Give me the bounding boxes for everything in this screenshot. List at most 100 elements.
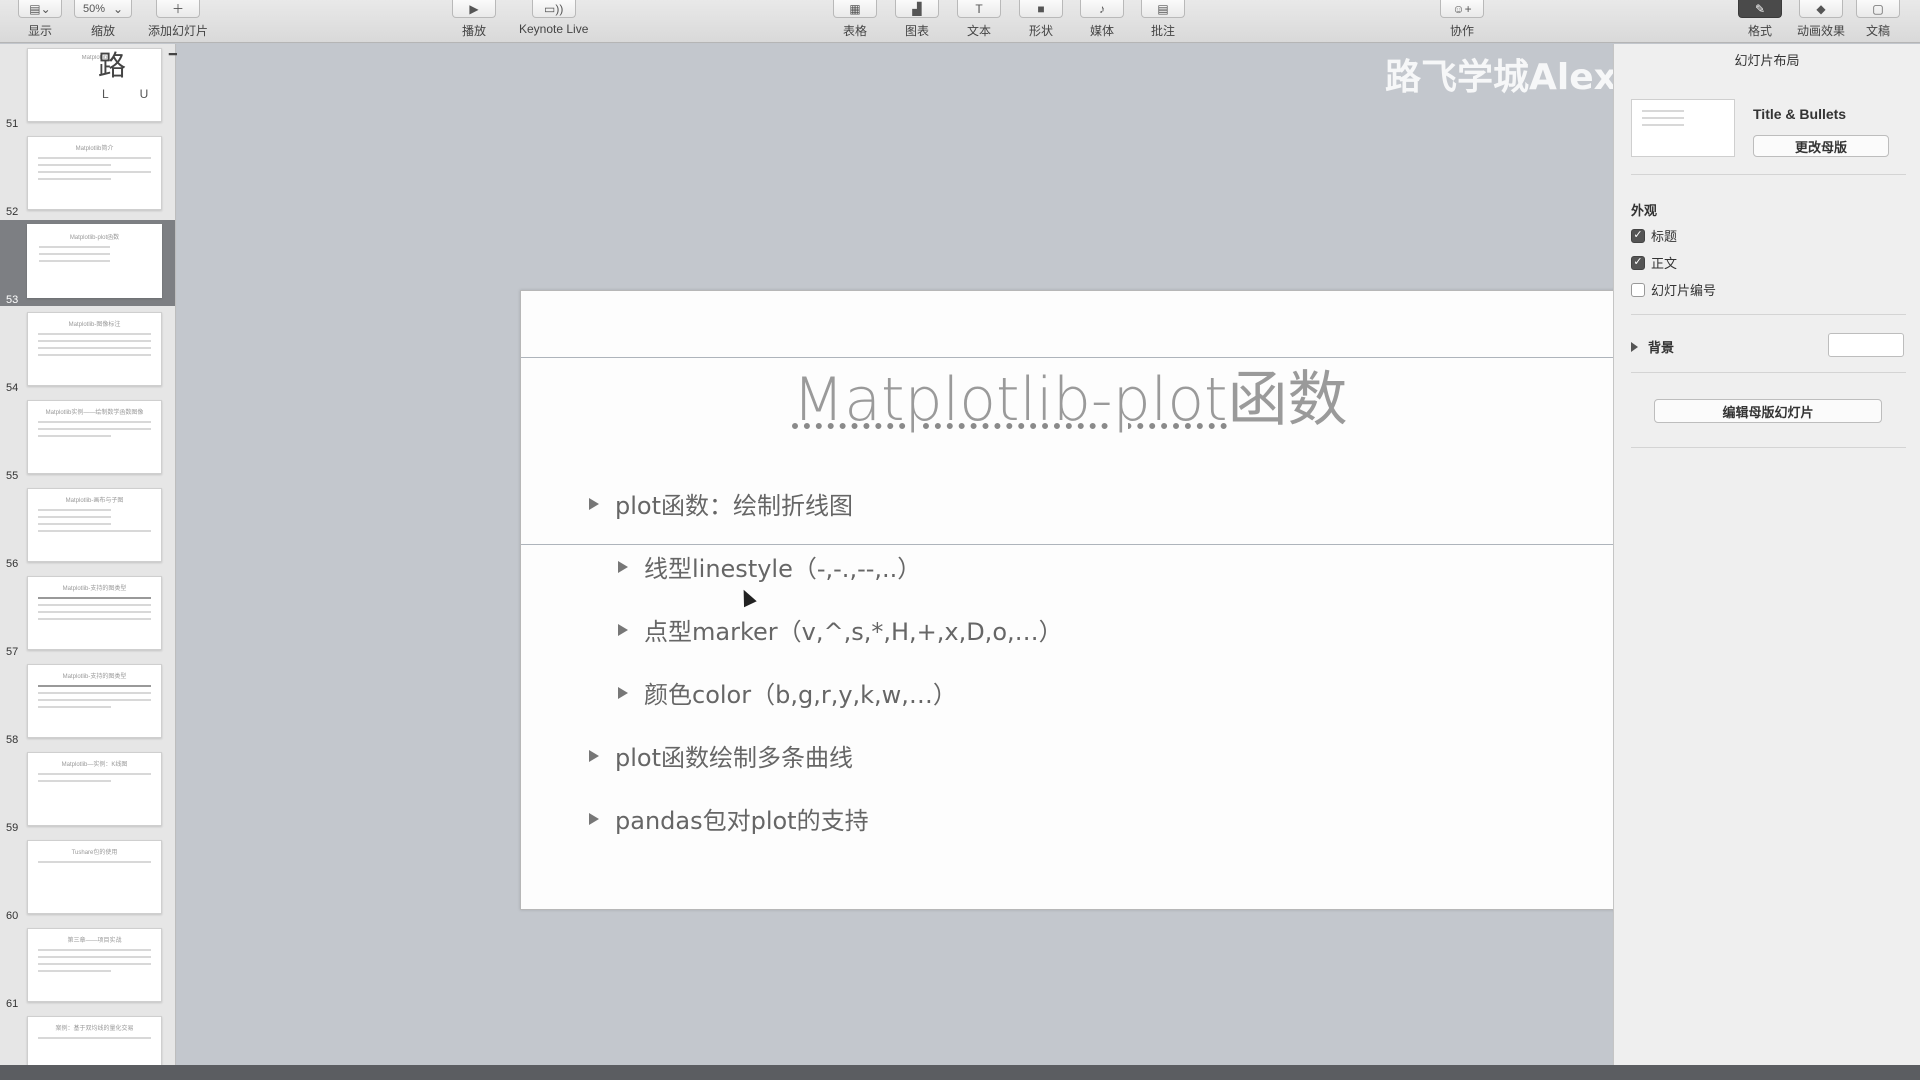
mini-line bbox=[38, 164, 111, 166]
shape-icon: ■ bbox=[1037, 1, 1045, 16]
media-button[interactable]: ♪ bbox=[1080, 0, 1124, 18]
slide-thumbnail-55[interactable]: Matplotlib实例——绘制数学函数图像 55 bbox=[0, 396, 175, 482]
slide-thumbnail-52[interactable]: Matplotlib简介 52 bbox=[0, 132, 175, 218]
slide-number-checkbox-row[interactable]: 幻灯片编号 bbox=[1631, 280, 1716, 299]
play-button[interactable]: ▶ bbox=[452, 0, 496, 18]
add-slide[interactable]: ＋ 添加幻灯片 bbox=[148, 0, 208, 43]
table[interactable]: ▦ 表格 bbox=[833, 0, 877, 43]
layout-thumbnail[interactable] bbox=[1631, 99, 1735, 157]
text-label: 文本 bbox=[966, 24, 991, 38]
mini-line bbox=[38, 157, 151, 159]
keynote-live[interactable]: ▭)) Keynote Live bbox=[519, 0, 588, 43]
mini-title: Matplotlib-支持的图类型 bbox=[62, 674, 127, 680]
edit-master-slide-button[interactable]: 编辑母版幻灯片 bbox=[1654, 399, 1882, 423]
slide-thumb-preview: Matplotlib-图像标注 bbox=[27, 312, 162, 386]
slide-thumbnail-58[interactable]: Matplotlib-支持的图类型 58 bbox=[0, 660, 175, 746]
slide-number: 54 bbox=[6, 382, 19, 394]
mini-line bbox=[38, 340, 151, 342]
comment-label: 批注 bbox=[1150, 24, 1175, 38]
text[interactable]: T 文本 bbox=[957, 0, 1001, 43]
keynote-live-button[interactable]: ▭)) bbox=[531, 0, 576, 18]
keynote-live-label: Keynote Live bbox=[519, 22, 589, 36]
bullet-text: 颜色color（b,g,r,y,k,w,…） bbox=[644, 681, 957, 709]
play[interactable]: ▶ 播放 bbox=[452, 0, 496, 43]
bullet-text: plot函数：绘制折线图 bbox=[615, 492, 853, 520]
slide-thumbnail-61[interactable]: 第三章——项目实战 61 bbox=[0, 924, 175, 1010]
text-icon: T bbox=[975, 1, 983, 16]
document-button[interactable]: ▢ bbox=[1856, 0, 1900, 18]
slide-thumbnail-53[interactable]: Matplotlib-plot函数 53 bbox=[0, 220, 175, 306]
slide-thumbnail-54[interactable]: Matplotlib-图像标注 54 bbox=[0, 308, 175, 394]
media[interactable]: ♪ 媒体 bbox=[1080, 0, 1124, 43]
document[interactable]: ▢ 文稿 bbox=[1856, 0, 1900, 43]
checkbox-checked[interactable]: ✓ bbox=[1631, 228, 1645, 243]
slide-thumbnail-60[interactable]: Tushare包的使用 60 bbox=[0, 836, 175, 922]
background-color-well[interactable] bbox=[1828, 333, 1904, 357]
table-button[interactable]: ▦ bbox=[833, 0, 877, 18]
mini-line bbox=[1642, 117, 1684, 119]
slide-thumb-preview: Matplotlib—实例：K线图 bbox=[27, 752, 162, 826]
slide-canvas[interactable]: Matplotlib-plot函数 plot函数：绘制折线图 线型linesty… bbox=[177, 44, 1620, 1065]
background-disclosure[interactable]: 背景 bbox=[1631, 337, 1674, 356]
add-slide-button[interactable]: ＋ bbox=[156, 0, 200, 18]
mini-line bbox=[38, 780, 111, 782]
mini-line bbox=[1642, 110, 1684, 112]
media-icon: ♪ bbox=[1099, 1, 1105, 16]
slide-thumbnail-57[interactable]: Matplotlib-支持的图类型 57 bbox=[0, 572, 175, 658]
change-master-button[interactable]: 更改母版 bbox=[1753, 135, 1889, 157]
current-slide[interactable]: Matplotlib-plot函数 plot函数：绘制折线图 线型linesty… bbox=[520, 290, 1620, 910]
comment-button[interactable]: ▤ bbox=[1141, 0, 1185, 18]
background-label: 背景 bbox=[1648, 340, 1675, 355]
bullet-item[interactable]: pandas包对plot的支持 bbox=[589, 801, 869, 836]
animate[interactable]: ◆ 动画效果 bbox=[1797, 0, 1845, 43]
collaborate[interactable]: ☺+ 协作 bbox=[1440, 0, 1484, 43]
view-menu[interactable]: ▤ ⌄ 显示 bbox=[18, 0, 62, 43]
play-label: 播放 bbox=[461, 24, 486, 38]
appearance-label: 外观 bbox=[1631, 203, 1658, 218]
slide-number: 58 bbox=[6, 734, 19, 746]
format[interactable]: ✎ 格式 bbox=[1738, 0, 1782, 43]
guide-line bbox=[521, 544, 1619, 545]
mini-line bbox=[38, 685, 151, 687]
bullet-item[interactable]: plot函数：绘制折线图 bbox=[589, 486, 853, 521]
mini-line bbox=[38, 509, 111, 511]
animate-button[interactable]: ◆ bbox=[1799, 0, 1843, 18]
mini-line bbox=[38, 523, 111, 525]
checkbox-checked[interactable]: ✓ bbox=[1631, 255, 1645, 270]
format-button[interactable]: ✎ bbox=[1738, 0, 1782, 18]
bullet-item[interactable]: 点型marker（v,^,s,*,H,+,x,D,o,…） bbox=[618, 612, 1063, 647]
comment[interactable]: ▤ 批注 bbox=[1141, 0, 1185, 43]
chart-button[interactable]: ▟ bbox=[895, 0, 939, 18]
bullet-item[interactable]: 线型linestyle（-,-.,--,..） bbox=[618, 549, 921, 584]
chart[interactable]: ▟ 图表 bbox=[895, 0, 939, 43]
slide-thumbnail-59[interactable]: Matplotlib—实例：K线图 59 bbox=[0, 748, 175, 834]
collaborate-button[interactable]: ☺+ bbox=[1440, 0, 1484, 18]
slide-number: 52 bbox=[6, 206, 19, 218]
bullet-text: plot函数绘制多条曲线 bbox=[615, 744, 853, 772]
title-checkbox-row[interactable]: ✓ 标题 bbox=[1631, 226, 1677, 245]
text-button[interactable]: T bbox=[957, 0, 1001, 18]
layout-name: Title & Bullets bbox=[1753, 106, 1847, 122]
shape-label: 形状 bbox=[1028, 24, 1053, 38]
view-label: 显示 bbox=[27, 24, 52, 38]
slide-thumbnail-62[interactable]: 案例：基于双均线的量化交易 bbox=[0, 1012, 175, 1065]
zoom-button[interactable]: 50% ⌄ bbox=[74, 0, 132, 18]
checkbox-unchecked[interactable] bbox=[1631, 282, 1645, 297]
slide-navigator[interactable]: Matplotlib 51 Matplotlib简介 52 Matplotlib… bbox=[0, 44, 176, 1065]
body-checkbox-row[interactable]: ✓ 正文 bbox=[1631, 253, 1677, 272]
table-icon: ▦ bbox=[849, 1, 861, 16]
bullet-item[interactable]: plot函数绘制多条曲线 bbox=[589, 738, 853, 773]
shape-button[interactable]: ■ bbox=[1019, 0, 1063, 18]
view-button[interactable]: ▤ ⌄ bbox=[18, 0, 62, 18]
slide-thumb-preview: Matplotlib-画布与子图 bbox=[27, 488, 162, 562]
shape[interactable]: ■ 形状 bbox=[1019, 0, 1063, 43]
mini-line bbox=[38, 1037, 151, 1039]
mini-line bbox=[38, 354, 151, 356]
slide-thumbnail-56[interactable]: Matplotlib-画布与子图 56 bbox=[0, 484, 175, 570]
bullet-triangle-icon bbox=[589, 497, 599, 510]
bullet-item[interactable]: 颜色color（b,g,r,y,k,w,…） bbox=[618, 675, 957, 710]
inspector-tab-title[interactable]: 幻灯片布局 bbox=[1614, 50, 1920, 69]
slide-thumb-preview: 案例：基于双均线的量化交易 bbox=[27, 1016, 162, 1065]
slide-title[interactable]: Matplotlib-plot函数 bbox=[521, 351, 1619, 438]
zoom-menu[interactable]: 50% ⌄ 缩放 bbox=[74, 0, 132, 43]
